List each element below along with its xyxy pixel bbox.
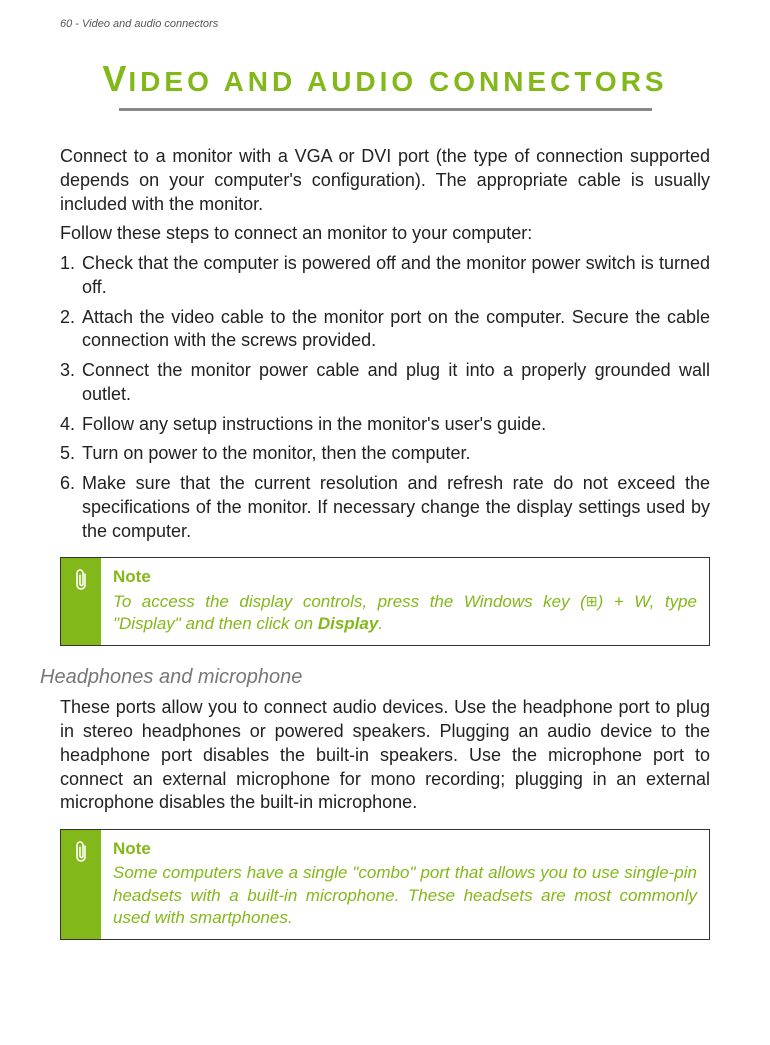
windows-key-icon: ⊞ — [586, 592, 598, 610]
step-item: Make sure that the current resolution an… — [60, 472, 710, 543]
title-rule — [119, 108, 652, 111]
headphones-paragraph: These ports allow you to connect audio d… — [60, 696, 710, 815]
intro-paragraph-2: Follow these steps to connect an monitor… — [60, 222, 710, 246]
title-container: VIDEO AND AUDIO CONNECTORS — [60, 58, 710, 100]
step-item: Turn on power to the monitor, then the c… — [60, 442, 710, 466]
note-content: Note Some computers have a single "combo… — [101, 830, 709, 939]
note-text-post2: . — [378, 614, 383, 633]
note-text: Some computers have a single "combo" por… — [113, 862, 697, 928]
page-header: 60 - Video and audio connectors — [60, 18, 710, 30]
body: Connect to a monitor with a VGA or DVI p… — [60, 145, 710, 940]
steps-list: Check that the computer is powered off a… — [60, 252, 710, 543]
title-rest: IDEO AND AUDIO CONNECTORS — [128, 66, 667, 97]
page-title: VIDEO AND AUDIO CONNECTORS — [102, 58, 667, 100]
paperclip-icon — [71, 840, 91, 866]
note-content: Note To access the display controls, pre… — [101, 558, 709, 645]
note-text-bold: Display — [318, 614, 378, 633]
section-subheading: Headphones and microphone — [40, 664, 710, 690]
step-item: Check that the computer is powered off a… — [60, 252, 710, 300]
step-item: Follow any setup instructions in the mon… — [60, 413, 710, 437]
paperclip-icon — [71, 568, 91, 594]
step-item: Attach the video cable to the monitor po… — [60, 306, 710, 354]
intro-paragraph-1: Connect to a monitor with a VGA or DVI p… — [60, 145, 710, 216]
note-text-pre: To access the display controls, press th… — [113, 592, 586, 611]
note-text: To access the display controls, press th… — [113, 591, 697, 635]
page: 60 - Video and audio connectors VIDEO AN… — [0, 0, 770, 988]
note-label: Note — [113, 566, 697, 588]
note-label: Note — [113, 838, 697, 860]
title-initial: V — [102, 58, 128, 99]
note-icon-bar — [61, 558, 101, 645]
note-box-2: Note Some computers have a single "combo… — [60, 829, 710, 940]
step-item: Connect the monitor power cable and plug… — [60, 359, 710, 407]
note-icon-bar — [61, 830, 101, 939]
note-box-1: Note To access the display controls, pre… — [60, 557, 710, 646]
